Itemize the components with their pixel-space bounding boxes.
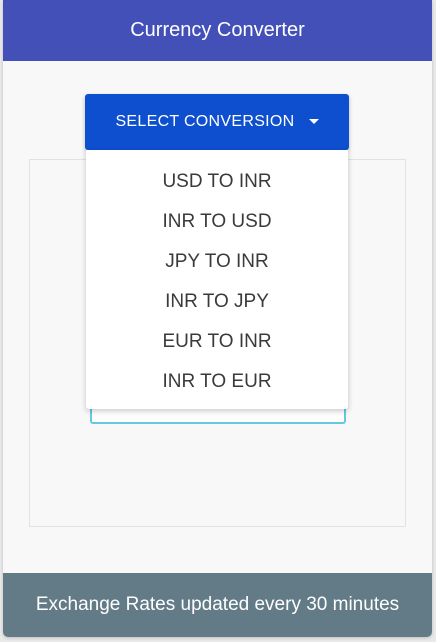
menu-item-jpy-to-inr[interactable]: JPY TO INR xyxy=(86,242,348,282)
menu-item-inr-to-usd[interactable]: INR TO USD xyxy=(86,202,348,242)
app-header: Currency Converter xyxy=(3,0,432,61)
menu-item-inr-to-jpy[interactable]: INR TO JPY xyxy=(86,282,348,322)
select-conversion-button[interactable]: SELECT CONVERSION xyxy=(85,94,349,150)
caret-down-icon xyxy=(308,118,319,124)
menu-item-inr-to-eur[interactable]: INR TO EUR xyxy=(86,362,348,402)
app-window: Currency Converter SELECT CONVERSION USD… xyxy=(3,0,432,637)
menu-item-usd-to-inr[interactable]: USD TO INR xyxy=(86,162,348,202)
select-conversion-label: SELECT CONVERSION xyxy=(115,113,295,130)
app-footer: Exchange Rates updated every 30 minutes xyxy=(3,573,432,637)
app-title: Currency Converter xyxy=(130,19,305,41)
conversion-dropdown-menu: USD TO INR INR TO USD JPY TO INR INR TO … xyxy=(86,150,348,409)
update-notice: Exchange Rates updated every 30 minutes xyxy=(35,594,400,615)
menu-item-eur-to-inr[interactable]: EUR TO INR xyxy=(86,322,348,362)
